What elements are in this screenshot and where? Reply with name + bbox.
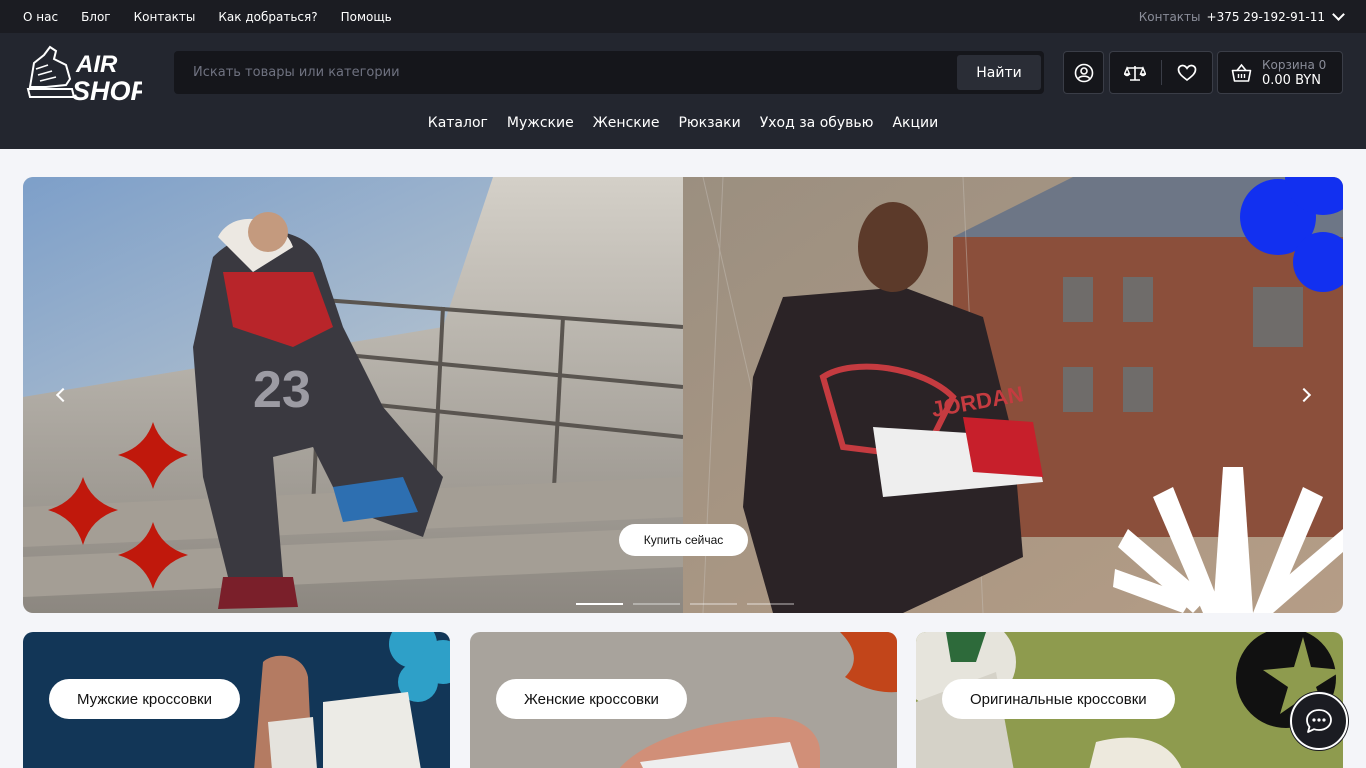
airshop-logo-icon: AIR SHOP <box>26 45 150 106</box>
slider-prev-button[interactable] <box>47 382 73 408</box>
chevron-left-icon <box>55 387 70 403</box>
top-link-blog[interactable]: Блог <box>81 10 111 24</box>
search-button[interactable]: Найти <box>957 55 1041 90</box>
cart-total: 0.00 BYN <box>1262 72 1321 88</box>
chat-widget-button[interactable] <box>1290 692 1348 750</box>
slide-indicator-4[interactable] <box>747 603 794 605</box>
nav-item-catalog[interactable]: Каталог <box>428 115 488 131</box>
main-nav: Каталог Мужские Женские Рюкзаки Уход за … <box>0 115 1366 131</box>
top-links: О нас Блог Контакты Как добраться? Помощ… <box>23 10 392 24</box>
category-card-men[interactable]: Мужские кроссовки <box>23 632 450 768</box>
compare-button[interactable] <box>1110 52 1161 93</box>
search-bar: Найти <box>174 51 1044 94</box>
contacts-dropdown[interactable]: Контакты +375 29-192-91-11 <box>1138 8 1345 24</box>
search-input[interactable] <box>174 65 957 80</box>
favorites-button[interactable] <box>1161 52 1212 93</box>
nav-item-backpacks[interactable]: Рюкзаки <box>678 115 740 131</box>
category-card-original[interactable]: Оригинальные кроссовки <box>916 632 1343 768</box>
chevron-right-icon <box>1296 387 1311 403</box>
svg-text:SHOP: SHOP <box>72 76 142 103</box>
account-button[interactable] <box>1063 51 1104 94</box>
scales-icon <box>1124 65 1147 81</box>
svg-text:23: 23 <box>253 361 311 419</box>
top-link-directions[interactable]: Как добраться? <box>218 10 317 24</box>
top-link-help[interactable]: Помощь <box>341 10 392 24</box>
site-logo[interactable]: AIR SHOP <box>26 45 150 106</box>
slider-pagination <box>576 603 794 605</box>
slide-indicator-2[interactable] <box>633 603 680 605</box>
top-link-contacts[interactable]: Контакты <box>134 10 196 24</box>
cart-count-label: Корзина 0 <box>1262 57 1327 72</box>
hero-slider: JORDAN 23 Купить сейчас <box>23 177 1343 613</box>
category-label-men[interactable]: Мужские кроссовки <box>49 679 240 719</box>
buy-now-button[interactable]: Купить сейчас <box>619 524 748 556</box>
slide-indicator-3[interactable] <box>690 603 737 605</box>
category-label-women[interactable]: Женские кроссовки <box>496 679 687 719</box>
user-circle-icon <box>1074 63 1093 82</box>
phone-number[interactable]: +375 29-192-91-11 <box>1207 10 1325 24</box>
site-header: AIR SHOP Найти <box>0 33 1366 149</box>
nav-item-sale[interactable]: Акции <box>892 115 938 131</box>
category-card-women[interactable]: Женские кроссовки <box>470 632 897 768</box>
basket-icon <box>1231 63 1252 82</box>
category-label-original[interactable]: Оригинальные кроссовки <box>942 679 1175 719</box>
contacts-label: Контакты <box>1138 9 1201 24</box>
top-link-about[interactable]: О нас <box>23 10 58 24</box>
chevron-down-icon[interactable] <box>1332 8 1345 21</box>
nav-item-women[interactable]: Женские <box>593 115 660 131</box>
chat-bubble-icon <box>1306 709 1332 733</box>
cart-button[interactable]: Корзина 0 0.00 BYN <box>1217 51 1343 94</box>
heart-icon <box>1177 64 1197 81</box>
nav-item-men[interactable]: Мужские <box>507 115 574 131</box>
nav-item-shoe-care[interactable]: Уход за обувью <box>760 115 874 131</box>
slider-next-button[interactable] <box>1293 382 1319 408</box>
svg-text:AIR: AIR <box>75 51 118 78</box>
top-bar: О нас Блог Контакты Как добраться? Помощ… <box>0 0 1366 33</box>
compare-favorites-group <box>1109 51 1213 94</box>
cart-summary: Корзина 0 0.00 BYN <box>1262 58 1326 88</box>
slide-indicator-1[interactable] <box>576 603 623 605</box>
